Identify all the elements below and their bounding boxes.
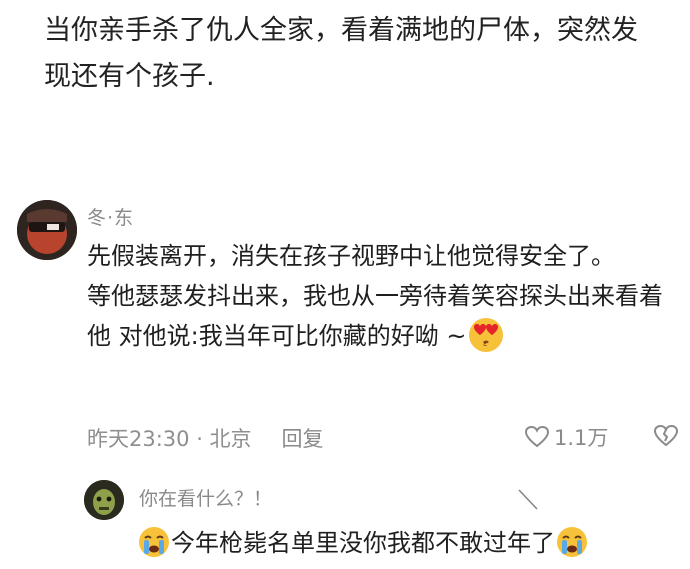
reply-body: 今年枪毙名单里没你我都不敢过年了 (137, 525, 690, 561)
heart-eyes-emoji-icon: ε (466, 314, 506, 354)
replier-avatar[interactable] (84, 480, 124, 520)
broken-heart-icon (653, 424, 679, 447)
heart-outline-icon (524, 425, 550, 448)
dislike-button[interactable] (652, 424, 680, 452)
replier-username[interactable]: 你在看什么？！ (139, 484, 272, 511)
commenter-username[interactable]: 冬·东 (87, 203, 134, 230)
comment-paragraph-2: 等他瑟瑟发抖出来，我也从一旁待着笑容探头出来看着他 对他说:我当年可比你藏的好呦… (87, 278, 685, 354)
commenter-avatar[interactable] (17, 200, 77, 260)
comment-body: 先假装离开，消失在孩子视野中让他觉得安全了。 等他瑟瑟发抖出来，我也从一旁待着笑… (87, 238, 685, 354)
svg-text:ε: ε (483, 339, 487, 348)
like-button[interactable]: 1.1万 (524, 422, 608, 452)
comment-paragraph-1: 先假装离开，消失在孩子视野中让他觉得安全了。 (87, 242, 615, 270)
comment-meta: 昨天23:30 · 北京 回复 (87, 423, 324, 453)
crying-emoji-icon (137, 525, 171, 559)
comment-timestamp: 昨天23:30 · 北京 (87, 427, 252, 451)
reply-button[interactable]: 回复 (282, 427, 324, 451)
replier-avatar-image (84, 480, 124, 520)
post-text: 当你亲手杀了仇人全家，看着满地的尸体，突然发现还有个孩子. (44, 15, 638, 92)
avatar-image (17, 200, 77, 260)
more-options-icon[interactable] (515, 487, 541, 513)
like-count: 1.1万 (554, 426, 609, 450)
crying-emoji-icon (555, 525, 589, 559)
reply-text: 今年枪毙名单里没你我都不敢过年了 (171, 529, 555, 557)
comment-paragraph-2-text: 等他瑟瑟发抖出来，我也从一旁待着笑容探头出来看着他 对他说:我当年可比你藏的好呦… (87, 282, 663, 350)
